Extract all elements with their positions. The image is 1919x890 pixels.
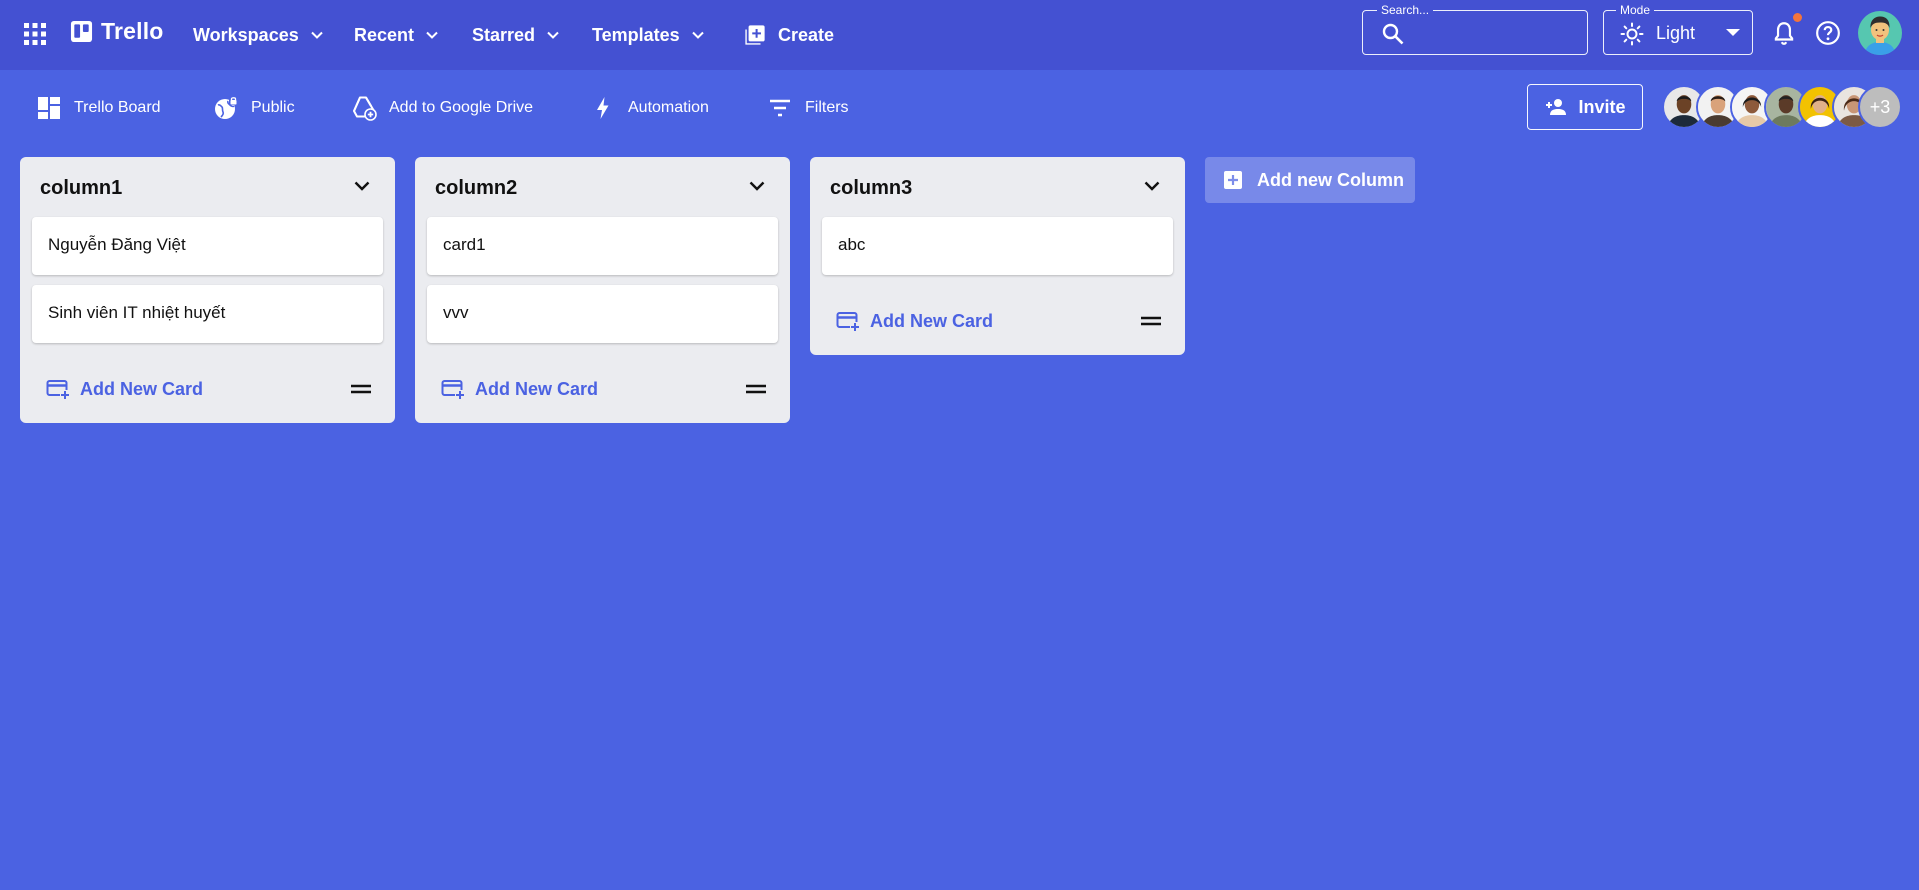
mode-select[interactable]: Mode Light xyxy=(1603,3,1753,55)
create-button[interactable]: Create xyxy=(744,20,834,50)
notification-badge-dot xyxy=(1793,13,1802,22)
automation-label: Automation xyxy=(628,99,709,116)
column-footer: Add New Card xyxy=(810,285,1185,355)
drag-handle-icon[interactable] xyxy=(746,383,766,395)
nav-workspaces-label: Workspaces xyxy=(193,24,299,45)
column-header: column2 xyxy=(415,157,790,217)
board-name-chip[interactable]: Trello Board xyxy=(36,94,161,122)
board-column: column1 Nguyễn Đăng Việt Sinh viên IT nh… xyxy=(20,157,395,423)
board-name-label: Trello Board xyxy=(74,99,161,116)
search-input[interactable] xyxy=(1415,19,1579,47)
trello-logo-icon xyxy=(70,20,93,43)
card[interactable]: card1 xyxy=(427,217,778,275)
app-bar: Trello Workspaces Recent Starred Templat… xyxy=(0,0,1919,70)
add-new-card-button[interactable]: Add New Card xyxy=(46,377,203,401)
invite-label: Invite xyxy=(1578,96,1626,117)
chevron-down-icon xyxy=(309,27,325,43)
column-title[interactable]: column1 xyxy=(40,177,122,200)
card-title: Nguyễn Đăng Việt xyxy=(48,235,186,254)
nav-recent-label: Recent xyxy=(354,24,415,45)
nav-templates[interactable]: Templates xyxy=(592,20,706,50)
chevron-down-icon[interactable] xyxy=(351,175,373,197)
chevron-down-icon xyxy=(424,27,440,43)
more-members-count[interactable]: +3 xyxy=(1858,85,1902,129)
add-new-card-label: Add New Card xyxy=(870,310,994,331)
mode-label: Mode xyxy=(1616,3,1655,17)
library-add-icon xyxy=(744,24,766,46)
column-title[interactable]: column2 xyxy=(435,177,517,200)
card-title: Sinh viên IT nhiệt huyết xyxy=(48,303,226,322)
search-icon xyxy=(1381,22,1405,46)
add-to-drive-label: Add to Google Drive xyxy=(389,99,534,116)
card[interactable]: Sinh viên IT nhiệt huyết xyxy=(32,285,383,343)
column-footer: Add New Card xyxy=(20,353,395,423)
add-new-column-button[interactable]: Add new Column xyxy=(1205,157,1415,203)
card[interactable]: vvv xyxy=(427,285,778,343)
card[interactable]: Nguyễn Đăng Việt xyxy=(32,217,383,275)
mode-value: Light xyxy=(1656,23,1696,43)
chevron-down-icon[interactable] xyxy=(1141,175,1163,197)
dashboard-icon xyxy=(36,95,62,121)
add-to-drive-chip[interactable]: Add to Google Drive xyxy=(351,94,533,122)
card-title: card1 xyxy=(443,235,486,254)
filter-icon xyxy=(767,95,793,121)
add-new-card-label: Add New Card xyxy=(475,378,599,399)
search-label: Search... xyxy=(1377,3,1434,17)
add-new-card-label: Add New Card xyxy=(80,378,204,399)
filters-chip[interactable]: Filters xyxy=(767,94,849,122)
automation-chip[interactable]: Automation xyxy=(590,94,709,122)
card-title: vvv xyxy=(443,303,469,322)
add-new-card-button[interactable]: Add New Card xyxy=(441,377,598,401)
person-add-icon xyxy=(1544,95,1568,119)
nav-recent[interactable]: Recent xyxy=(354,20,440,50)
add-card-icon xyxy=(441,377,465,401)
help-icon[interactable] xyxy=(1815,20,1841,46)
chevron-down-icon xyxy=(545,27,561,43)
filters-label: Filters xyxy=(805,99,849,116)
add-card-icon xyxy=(836,309,860,333)
apps-grid-icon[interactable] xyxy=(24,23,46,45)
nav-templates-label: Templates xyxy=(592,24,680,45)
bolt-icon xyxy=(590,95,616,121)
card[interactable]: abc xyxy=(822,217,1173,275)
chevron-down-icon xyxy=(690,27,706,43)
create-label: Create xyxy=(778,24,835,45)
add-card-icon xyxy=(46,377,70,401)
add-new-column-label: Add new Column xyxy=(1257,169,1404,190)
column-title[interactable]: column3 xyxy=(830,177,912,200)
drag-handle-icon[interactable] xyxy=(1141,315,1161,327)
user-avatar[interactable] xyxy=(1858,11,1902,55)
nav-workspaces[interactable]: Workspaces xyxy=(193,20,325,50)
visibility-label: Public xyxy=(251,99,295,116)
add-new-card-button[interactable]: Add New Card xyxy=(836,309,993,333)
column-header: column1 xyxy=(20,157,395,217)
visibility-chip[interactable]: Public xyxy=(213,94,295,122)
notifications-bell-icon[interactable] xyxy=(1771,20,1797,46)
column-header: column3 xyxy=(810,157,1185,217)
nav-starred[interactable]: Starred xyxy=(472,20,561,50)
brand-logo-link[interactable]: Trello xyxy=(70,18,164,45)
invite-button[interactable]: Invite xyxy=(1527,84,1643,130)
card-title: abc xyxy=(838,235,866,254)
caret-down-icon xyxy=(1726,28,1740,38)
board-column: column2 card1 vvv Add New Card xyxy=(415,157,790,423)
add-box-icon xyxy=(1223,170,1243,190)
search-field[interactable]: Search... xyxy=(1362,3,1588,55)
column-footer: Add New Card xyxy=(415,353,790,423)
drag-handle-icon[interactable] xyxy=(351,383,371,395)
brand-name: Trello xyxy=(101,18,164,44)
add-to-drive-icon xyxy=(351,95,377,121)
nav-starred-label: Starred xyxy=(472,24,536,45)
chevron-down-icon[interactable] xyxy=(746,175,768,197)
public-globe-icon xyxy=(213,95,239,121)
board-column: column3 abc Add New Card xyxy=(810,157,1185,355)
light-mode-sun-icon xyxy=(1620,22,1644,46)
